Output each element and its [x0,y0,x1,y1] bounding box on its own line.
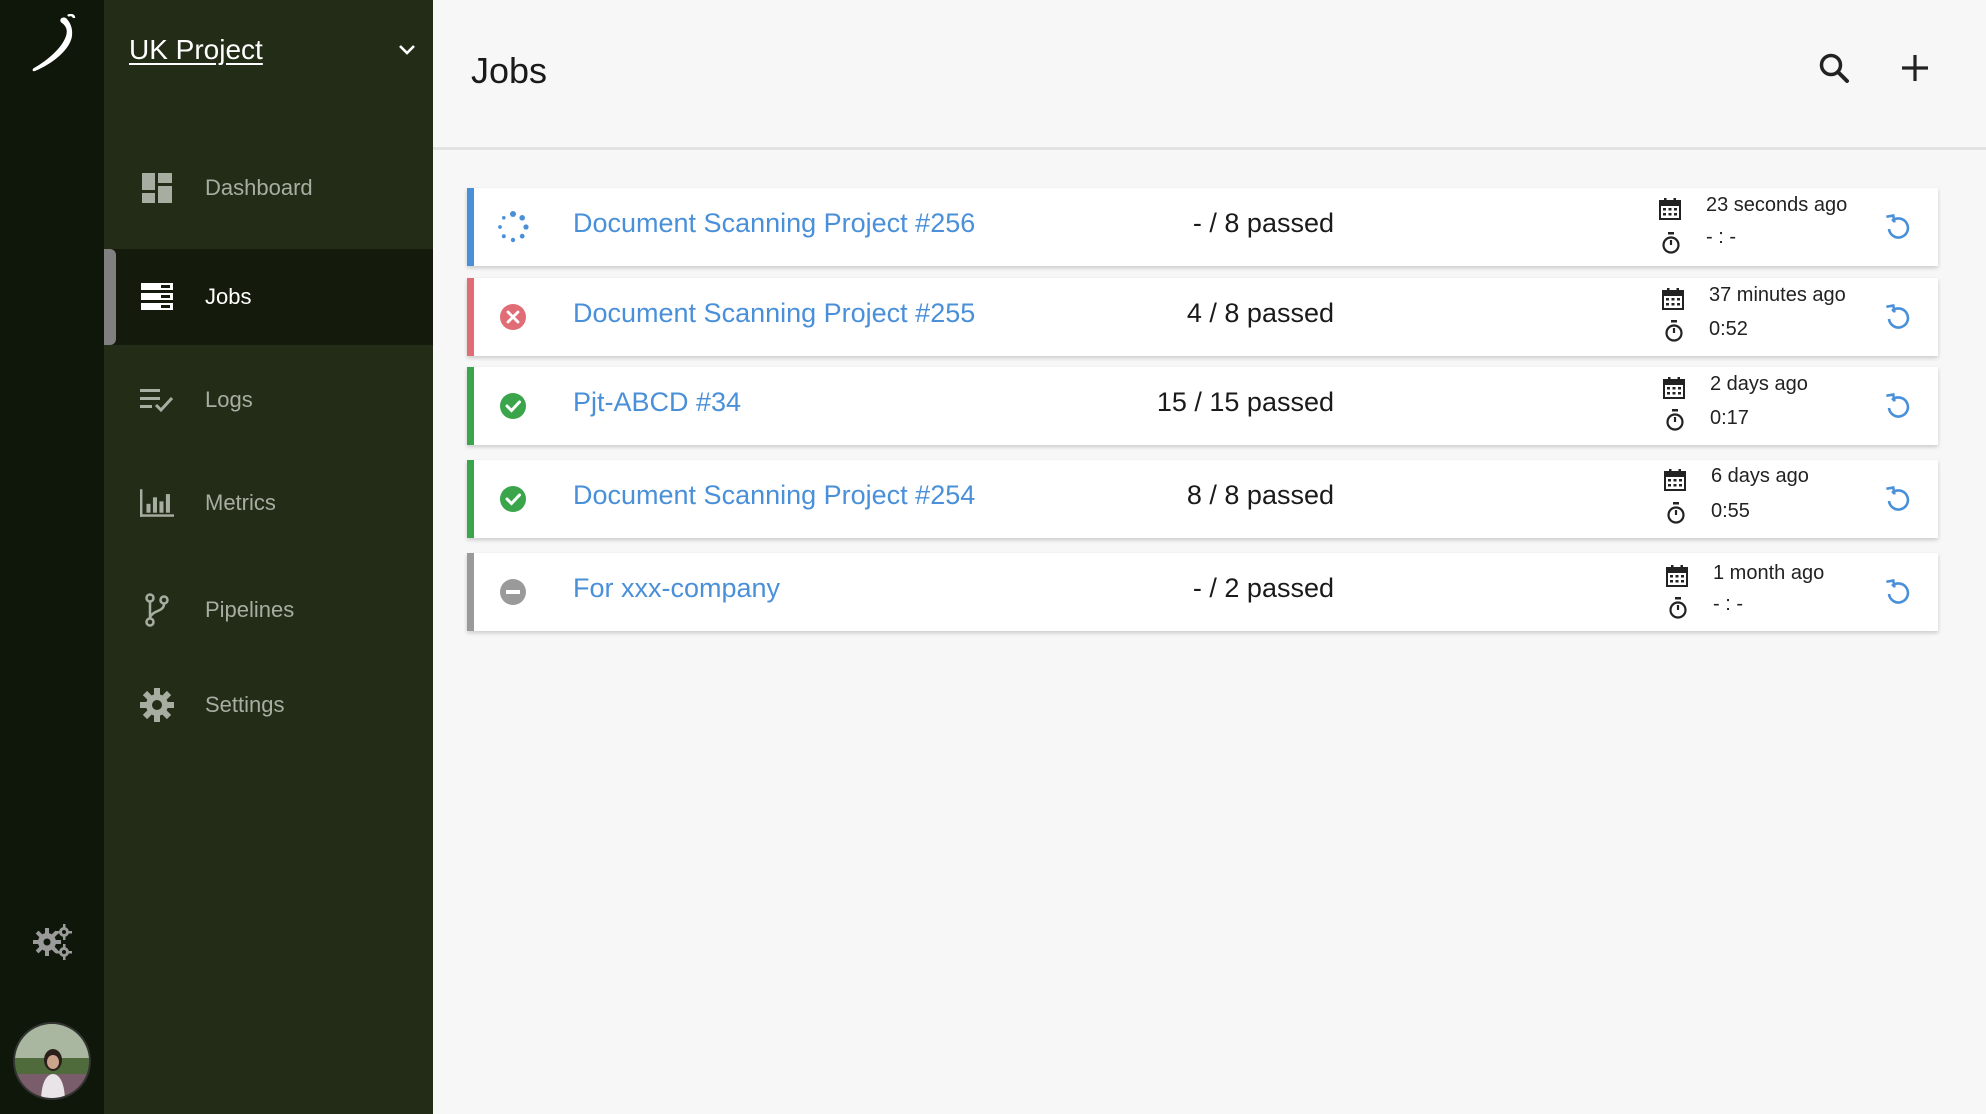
stopwatch-icon [1667,502,1685,524]
app-rail [0,0,104,1114]
calendar-icon [1666,565,1688,587]
job-row[interactable]: Pjt-ABCD #34 15 / 15 passed 2 days ago 0… [467,367,1938,445]
job-passed-count: 15 / 15 passed [1156,387,1334,417]
active-indicator [104,249,116,345]
dashboard-icon [140,171,174,205]
cancelled-minus-icon [500,579,526,605]
plus-icon [1902,55,1928,81]
job-duration: 0:55 [1711,500,1750,522]
system-settings-gears-icon[interactable] [30,920,74,964]
job-started-time: 23 seconds ago [1706,194,1848,216]
stopwatch-icon [1662,232,1680,254]
job-started-time: 37 minutes ago [1709,284,1846,306]
user-avatar[interactable] [13,1022,91,1100]
rerun-icon[interactable] [1883,391,1913,421]
job-name-link[interactable]: Document Scanning Project #256 [573,208,975,239]
sidebar-item-label: Dashboard [205,175,313,200]
chevron-down-icon[interactable] [397,43,417,57]
job-started-time: 2 days ago [1710,373,1808,395]
failed-x-icon [500,304,526,330]
job-name-link[interactable]: Document Scanning Project #255 [573,298,975,329]
logs-icon [140,383,174,417]
calendar-icon [1659,198,1681,220]
calendar-icon [1662,288,1684,310]
sidebar-item-label: Logs [205,387,253,412]
job-row[interactable]: Document Scanning Project #254 8 / 8 pas… [467,460,1938,538]
search-button[interactable] [1814,48,1854,88]
job-passed-count: - / 8 passed [1192,208,1334,238]
settings-icon [140,688,174,722]
job-duration: 0:52 [1709,318,1748,340]
sidebar-item-label: Jobs [205,284,252,309]
sidebar-item-logs[interactable]: Logs [104,352,433,448]
stopwatch-icon [1665,320,1683,342]
job-row[interactable]: Document Scanning Project #256 - / 8 pas… [467,188,1938,266]
sidebar: UK Project Dashboard Jobs Logs Metrics P… [104,0,433,1114]
job-passed-count: 4 / 8 passed [1186,298,1334,328]
sidebar-item-settings[interactable]: Settings [104,657,433,753]
page-header: Jobs [433,0,1986,150]
stopwatch-icon [1666,409,1684,431]
job-name-link[interactable]: Pjt-ABCD #34 [573,387,741,418]
sidebar-item-jobs[interactable]: Jobs [104,249,433,345]
jobs-icon [140,280,174,314]
job-name-link[interactable]: For xxx-company [573,573,780,604]
peapod-logo-icon[interactable] [26,13,78,74]
calendar-icon [1664,469,1686,491]
job-started-time: 1 month ago [1713,562,1825,584]
add-job-button[interactable] [1895,48,1935,88]
pipelines-icon [140,593,174,627]
project-switcher[interactable]: UK Project [129,30,419,70]
stopwatch-icon [1669,597,1687,619]
success-check-icon [500,486,526,512]
sidebar-item-metrics[interactable]: Metrics [104,455,433,551]
job-duration: - : - [1713,593,1743,615]
job-row[interactable]: Document Scanning Project #255 4 / 8 pas… [467,278,1938,356]
rerun-icon[interactable] [1883,212,1913,242]
sidebar-item-dashboard[interactable]: Dashboard [104,140,433,236]
success-check-icon [500,393,526,419]
sidebar-item-pipelines[interactable]: Pipelines [104,562,433,658]
rerun-icon[interactable] [1883,484,1913,514]
job-passed-count: 8 / 8 passed [1186,480,1334,510]
job-passed-count: - / 2 passed [1192,573,1334,603]
rerun-icon[interactable] [1883,302,1913,332]
metrics-icon [140,486,174,520]
job-name-link[interactable]: Document Scanning Project #254 [573,480,975,511]
sidebar-item-label: Metrics [205,490,276,515]
search-icon [1819,53,1849,83]
job-row[interactable]: For xxx-company - / 2 passed 1 month ago… [467,553,1938,631]
running-spinner-icon [498,211,529,243]
sidebar-item-label: Pipelines [205,597,295,622]
calendar-icon [1663,377,1685,399]
rerun-icon[interactable] [1883,577,1913,607]
job-duration: 0:17 [1710,407,1749,429]
project-name[interactable]: UK Project [129,34,263,66]
job-duration: - : - [1706,226,1736,248]
page-title: Jobs [471,50,548,91]
sidebar-item-label: Settings [205,692,285,717]
job-started-time: 6 days ago [1711,465,1809,487]
